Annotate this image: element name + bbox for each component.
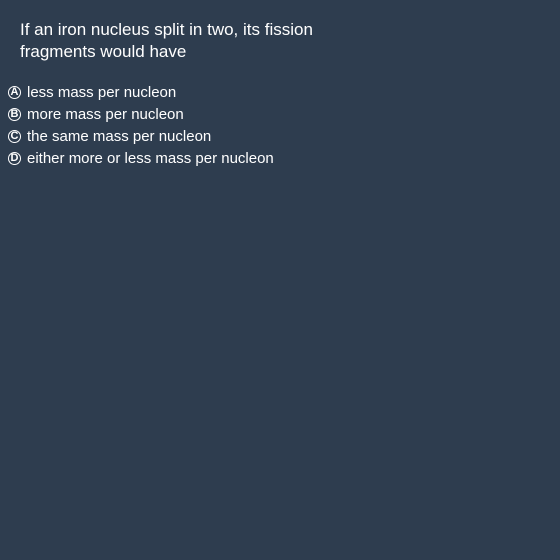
option-label-c: the same mass per nucleon — [27, 127, 212, 145]
radio-button-b[interactable]: B — [8, 107, 21, 121]
option-letter-a: A — [10, 85, 19, 98]
option-letter-b: B — [10, 107, 19, 120]
option-c[interactable]: C the same mass per nucleon — [8, 125, 274, 147]
answer-options: A less mass per nucleon B more mass per … — [8, 81, 274, 169]
option-letter-d: D — [10, 151, 19, 164]
radio-button-d[interactable]: D — [8, 151, 21, 165]
option-letter-c: C — [10, 129, 19, 142]
option-b[interactable]: B more mass per nucleon — [8, 103, 274, 125]
radio-button-a[interactable]: A — [8, 85, 21, 99]
option-a[interactable]: A less mass per nucleon — [8, 81, 274, 103]
option-label-d: either more or less mass per nucleon — [27, 149, 274, 167]
question-text: If an iron nucleus split in two, its fis… — [20, 20, 313, 61]
option-label-b: more mass per nucleon — [27, 105, 184, 123]
option-d[interactable]: D either more or less mass per nucleon — [8, 147, 274, 169]
radio-button-c[interactable]: C — [8, 129, 21, 143]
option-label-a: less mass per nucleon — [27, 83, 177, 101]
